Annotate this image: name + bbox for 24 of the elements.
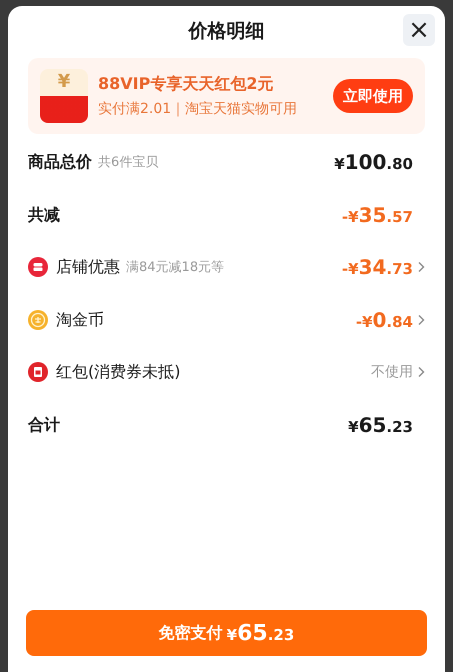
sheet-title: 价格明细 [188, 18, 264, 44]
row-amount: -¥35.57 [342, 202, 413, 229]
row-value: 不使用 [371, 362, 413, 382]
row-note: 共6件宝贝 [98, 154, 158, 172]
shop-icon [28, 257, 48, 278]
row-label: 商品总价 [28, 151, 92, 174]
envelope-logo: ¥ [40, 69, 88, 123]
use-now-button[interactable]: 立即使用 [333, 79, 413, 113]
row-amount: ¥100.80 [334, 149, 413, 176]
row-amount: -¥0.84 [356, 306, 413, 334]
row-label: 合计 [28, 414, 60, 436]
row-label: 淘金币 [56, 308, 104, 331]
row-label: 共减 [28, 204, 60, 226]
row-label: 红包(消费券未抵) [56, 361, 180, 384]
coin-icon [28, 310, 48, 330]
row-note: 满84元减18元等 [126, 258, 224, 276]
row-label: 店铺优惠 [56, 256, 120, 278]
envelope-icon [28, 362, 48, 382]
close-button[interactable]: × [403, 14, 435, 46]
pay-button[interactable]: 免密支付 ¥65.23 [26, 610, 427, 656]
promo-title: 88VIP专享天天红包2元 [98, 73, 274, 95]
promo-subtitle: 实付满2.01｜淘宝天猫实物可用 [98, 100, 298, 119]
row-amount: -¥34.73 [342, 254, 413, 282]
row-amount: ¥65.23 [348, 412, 413, 439]
